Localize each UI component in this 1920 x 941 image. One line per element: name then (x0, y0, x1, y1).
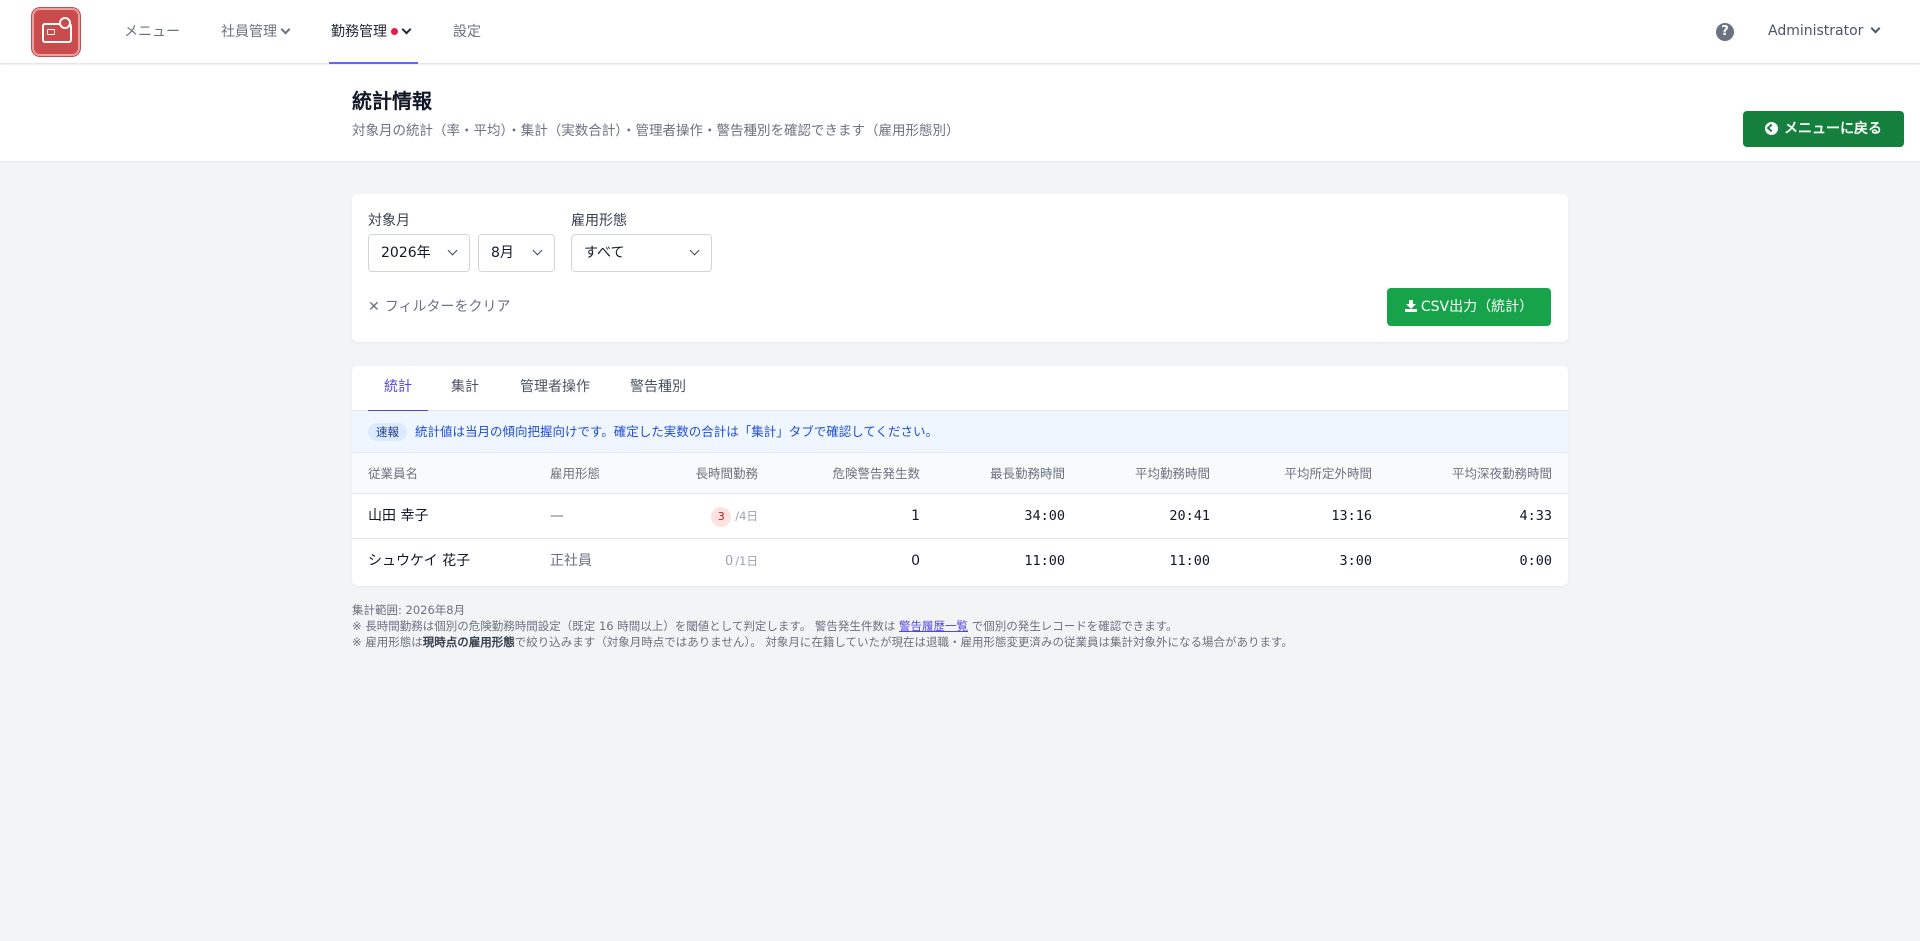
column-header-avg-overtime[interactable]: 平均所定外時間 (1284, 453, 1372, 494)
arrow-left-circle-icon (1765, 122, 1778, 135)
avg-overtime: 3:00 (1339, 553, 1372, 569)
footnote-employment-type: ※ 雇用形態は現時点の雇用形態で絞り込みます（対象月時点ではありません）。 対象… (352, 635, 1293, 649)
top-navigation: メニュー 社員管理 勤務管理 設定 ? Administrator (0, 0, 1920, 64)
table-row: 山田 幸子 — 3/4日 1 34:00 20:41 13:16 4:33 (352, 494, 1568, 539)
month-select[interactable]: 8月 (478, 234, 555, 272)
column-header-avg-night[interactable]: 平均深夜勤務時間 (1452, 453, 1552, 494)
tab-warning-types[interactable]: 警告種別 (630, 366, 686, 411)
footnotes: 集計範囲: 2026年8月 ※ 長時間勤務は個別の危険勤務時間設定（既定 16 … (352, 602, 1293, 650)
long-hours-cell: 0/1日 (725, 539, 758, 584)
avg-overtime: 13:16 (1331, 508, 1372, 524)
column-header-name[interactable]: 従業員名 (368, 453, 418, 494)
table-row: シュウケイ 花子 正社員 0/1日 0 11:00 11:00 3:00 0:0… (352, 539, 1568, 584)
chevron-down-icon (447, 245, 458, 256)
employee-name[interactable]: 山田 幸子 (368, 494, 428, 539)
app-logo[interactable] (32, 8, 80, 56)
long-hours-days: /4日 (735, 509, 758, 523)
filter-panel: 対象月 2026年 8月 雇用形態 すべて ✕ フィルターをクリア CSV出力（統… (352, 194, 1568, 342)
nav-item-menu[interactable]: メニュー (124, 0, 180, 64)
employment-type-label: 雇用形態 (571, 213, 627, 229)
avg-work-time: 20:41 (1169, 508, 1210, 524)
column-header-employment[interactable]: 雇用形態 (550, 453, 600, 494)
chevron-down-icon (1870, 23, 1881, 34)
long-hours-cell: 3/4日 (711, 494, 758, 539)
back-to-menu-button[interactable]: メニューに戻る (1743, 111, 1904, 147)
chevron-down-icon (401, 24, 412, 35)
table-header: 従業員名 雇用形態 長時間勤務 危険警告発生数 最長勤務時間 平均勤務時間 平均… (352, 453, 1568, 494)
footnote-long-hours: ※ 長時間勤務は個別の危険勤務時間設定（既定 16 時間以上）を閾値として判定し… (352, 619, 1178, 633)
chevron-down-icon (280, 24, 291, 35)
max-work-time: 11:00 (1024, 553, 1065, 569)
tab-bar: 統計 集計 管理者操作 警告種別 (352, 366, 1568, 412)
warning-history-link[interactable]: 警告履歴一覧 (899, 619, 968, 633)
employment-type: — (550, 508, 564, 524)
long-hours-count: 0 (725, 554, 734, 569)
statistics-panel: 統計 集計 管理者操作 警告種別 速報 統計値は当月の傾向把握向けです。確定した… (352, 366, 1568, 586)
max-work-time: 34:00 (1024, 508, 1065, 524)
long-hours-count-badge: 3 (711, 507, 732, 527)
page-title: 統計情報 (352, 89, 432, 113)
nav-item-attendance-management[interactable]: 勤務管理 (329, 0, 418, 64)
avg-work-time: 11:00 (1169, 553, 1210, 569)
column-header-max-work[interactable]: 最長勤務時間 (990, 453, 1065, 494)
lock-icon (59, 17, 71, 29)
page-header: 統計情報 対象月の統計（率・平均）・集計（実数合計）・管理者操作・警告種別を確認… (0, 65, 1920, 161)
nav-item-employee-management[interactable]: 社員管理 (221, 0, 291, 64)
column-header-long-hours[interactable]: 長時間勤務 (695, 453, 758, 494)
column-header-avg-work[interactable]: 平均勤務時間 (1135, 453, 1210, 494)
avg-night-work: 4:33 (1519, 508, 1552, 524)
target-month-label: 対象月 (368, 213, 410, 229)
chevron-down-icon (689, 245, 700, 256)
csv-export-button[interactable]: CSV出力（統計） (1387, 288, 1551, 326)
year-select[interactable]: 2026年 (368, 234, 470, 272)
employment-type-select[interactable]: すべて (571, 234, 712, 272)
user-menu[interactable]: Administrator (1768, 0, 1881, 64)
danger-warning-count: 0 (911, 553, 920, 569)
avg-night-work: 0:00 (1519, 553, 1552, 569)
employment-type: 正社員 (550, 553, 592, 569)
tab-admin-operations[interactable]: 管理者操作 (520, 366, 590, 411)
column-header-danger-warnings[interactable]: 危険警告発生数 (832, 453, 920, 494)
question-circle-icon[interactable]: ? (1716, 23, 1734, 41)
danger-warning-count: 1 (911, 508, 920, 524)
close-icon: ✕ (368, 299, 380, 315)
chevron-down-icon (532, 245, 543, 256)
long-hours-days: /1日 (735, 554, 758, 568)
notice-text: 統計値は当月の傾向把握向けです。確定した実数の合計は「集計」タブで確認してくださ… (415, 424, 939, 439)
info-notice: 速報 統計値は当月の傾向把握向けです。確定した実数の合計は「集計」タブで確認して… (352, 411, 1568, 453)
employee-name[interactable]: シュウケイ 花子 (368, 539, 470, 584)
page-subtitle: 対象月の統計（率・平均）・集計（実数合計）・管理者操作・警告種別を確認できます（… (352, 123, 960, 139)
aggregation-range: 集計範囲: 2026年8月 (352, 603, 466, 617)
download-icon (1404, 300, 1417, 312)
tab-summary[interactable]: 集計 (451, 366, 479, 411)
clear-filter-button[interactable]: ✕ フィルターをクリア (368, 296, 510, 316)
notification-dot (391, 28, 398, 35)
nav-item-settings[interactable]: 設定 (453, 0, 481, 64)
status-badge: 速報 (368, 423, 407, 441)
tab-statistics[interactable]: 統計 (368, 366, 428, 412)
